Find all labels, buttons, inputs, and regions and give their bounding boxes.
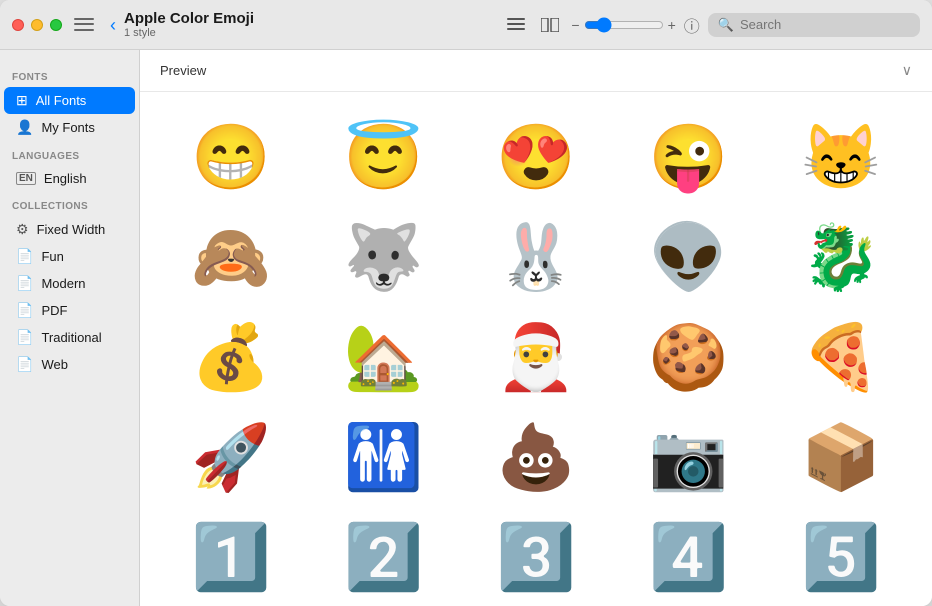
emoji-cell[interactable]: 🚻 xyxy=(312,412,454,502)
web-icon: 📄 xyxy=(16,356,33,373)
emoji-cell[interactable]: 🐺 xyxy=(312,212,454,302)
emoji-cell[interactable]: 😇 xyxy=(312,112,454,202)
fun-icon: 📄 xyxy=(16,248,33,265)
my-fonts-icon: 👤 xyxy=(16,119,33,136)
emoji-cell[interactable]: 💰 xyxy=(160,312,302,402)
fixed-width-icon: ⚙ xyxy=(16,221,29,238)
languages-section-label: Languages xyxy=(0,141,139,166)
web-label: Web xyxy=(41,357,68,372)
main-window: ‹ Apple Color Emoji 1 style − xyxy=(0,0,932,606)
all-fonts-label: All Fonts xyxy=(36,93,87,108)
emoji-cell[interactable]: 5️⃣ xyxy=(770,512,912,602)
sidebar-item-web[interactable]: 📄 Web xyxy=(4,351,135,378)
modern-label: Modern xyxy=(41,276,85,291)
font-name: Apple Color Emoji xyxy=(124,10,503,27)
emoji-cell[interactable]: 3️⃣ xyxy=(465,512,607,602)
sidebar-item-english[interactable]: EN English xyxy=(4,166,135,191)
sidebar-item-modern[interactable]: 📄 Modern xyxy=(4,270,135,297)
emoji-cell[interactable]: 2️⃣ xyxy=(312,512,454,602)
sidebar-item-my-fonts[interactable]: 👤 My Fonts xyxy=(4,114,135,141)
emoji-cell[interactable]: 😍 xyxy=(465,112,607,202)
collections-section-label: Collections xyxy=(0,191,139,216)
emoji-cell[interactable]: 🐉 xyxy=(770,212,912,302)
emoji-cell[interactable]: 📷 xyxy=(617,412,759,502)
modern-icon: 📄 xyxy=(16,275,33,292)
my-fonts-label: My Fonts xyxy=(41,120,94,135)
list-view-button[interactable] xyxy=(503,14,529,36)
minimize-button[interactable] xyxy=(31,19,43,31)
sidebar-item-fun[interactable]: 📄 Fun xyxy=(4,243,135,270)
english-icon: EN xyxy=(16,172,36,185)
column-view-button[interactable] xyxy=(537,14,563,36)
slider-plus[interactable]: + xyxy=(668,17,676,33)
back-button[interactable]: ‹ xyxy=(110,16,116,34)
sidebar-item-all-fonts[interactable]: ⊞ All Fonts xyxy=(4,87,135,114)
emoji-cell[interactable]: 🍪 xyxy=(617,312,759,402)
search-box: 🔍 xyxy=(708,13,920,37)
preview-chevron-icon[interactable]: ∨ xyxy=(902,62,912,79)
traditional-label: Traditional xyxy=(41,330,101,345)
sidebar-item-traditional[interactable]: 📄 Traditional xyxy=(4,324,135,351)
fixed-width-label: Fixed Width xyxy=(37,222,106,237)
emoji-cell[interactable]: 🏡 xyxy=(312,312,454,402)
search-input[interactable] xyxy=(740,17,910,32)
emoji-cell[interactable]: 🚀 xyxy=(160,412,302,502)
preview-label: Preview xyxy=(160,63,206,78)
preview-area: Preview ∨ 😁😇😍😜😸 🙈🐺🐰👽🐉 💰🏡🎅🍪🍕 🚀🚻💩📷📦 1️⃣2️⃣3️⃣4… xyxy=(140,50,932,606)
emoji-cell[interactable]: 🙈 xyxy=(160,212,302,302)
emoji-cell[interactable]: 🐰 xyxy=(465,212,607,302)
emoji-cell[interactable]: 😜 xyxy=(617,112,759,202)
pdf-label: PDF xyxy=(41,303,67,318)
emoji-cell[interactable]: 🍕 xyxy=(770,312,912,402)
all-fonts-icon: ⊞ xyxy=(16,92,28,109)
english-label: English xyxy=(44,171,87,186)
emoji-cell[interactable]: 😸 xyxy=(770,112,912,202)
sidebar-toggle-button[interactable] xyxy=(74,17,94,33)
fun-label: Fun xyxy=(41,249,63,264)
size-slider[interactable] xyxy=(584,17,664,33)
emoji-cell[interactable]: 4️⃣ xyxy=(617,512,759,602)
preview-header: Preview ∨ xyxy=(140,50,932,92)
emoji-cell[interactable]: 💩 xyxy=(465,412,607,502)
size-slider-group: − + xyxy=(571,17,675,33)
emoji-grid: 😁😇😍😜😸 🙈🐺🐰👽🐉 💰🏡🎅🍪🍕 🚀🚻💩📷📦 1️⃣2️⃣3️⃣4️⃣5️⃣ xyxy=(140,92,932,606)
emoji-cell[interactable]: 1️⃣ xyxy=(160,512,302,602)
toolbar-controls: − + ⓘ 🔍 xyxy=(503,13,920,37)
main-content: Fonts ⊞ All Fonts 👤 My Fonts Languages E… xyxy=(0,50,932,606)
emoji-cell[interactable]: 👽 xyxy=(617,212,759,302)
info-button[interactable]: ⓘ xyxy=(684,13,700,37)
sidebar: Fonts ⊞ All Fonts 👤 My Fonts Languages E… xyxy=(0,50,140,606)
emoji-cell[interactable]: 📦 xyxy=(770,412,912,502)
sidebar-item-pdf[interactable]: 📄 PDF xyxy=(4,297,135,324)
emoji-cell[interactable]: 🎅 xyxy=(465,312,607,402)
search-icon: 🔍 xyxy=(718,17,734,33)
fonts-section-label: Fonts xyxy=(0,62,139,87)
emoji-cell[interactable]: 😁 xyxy=(160,112,302,202)
pdf-icon: 📄 xyxy=(16,302,33,319)
font-title-area: Apple Color Emoji 1 style xyxy=(124,10,503,39)
titlebar: ‹ Apple Color Emoji 1 style − xyxy=(0,0,932,50)
traditional-icon: 📄 xyxy=(16,329,33,346)
slider-minus[interactable]: − xyxy=(571,17,579,33)
font-style: 1 style xyxy=(124,27,503,39)
maximize-button[interactable] xyxy=(50,19,62,31)
close-button[interactable] xyxy=(12,19,24,31)
sidebar-item-fixed-width[interactable]: ⚙ Fixed Width xyxy=(4,216,135,243)
traffic-lights xyxy=(12,19,62,31)
